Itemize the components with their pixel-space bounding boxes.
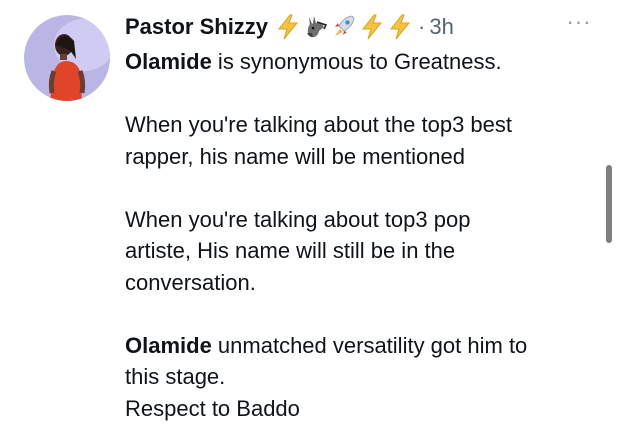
- tweet-header: Pastor Shizzy: [125, 10, 454, 44]
- lightning-icon: [276, 14, 300, 40]
- lightning-icon: [388, 14, 412, 40]
- header-separator: ·: [418, 14, 425, 40]
- text-line: Olamide is synonymous to Greatness.: [125, 46, 603, 78]
- avatar[interactable]: [24, 15, 110, 101]
- text-line: Respect to Baddo: [125, 393, 603, 424]
- text-line: When you're talking about top3 pop: [125, 204, 603, 236]
- lightning-icon: [360, 14, 384, 40]
- more-options-icon[interactable]: ···: [564, 14, 594, 34]
- avatar-image: [24, 15, 110, 101]
- text-line: Olamide unmatched versatility got him to: [125, 330, 603, 362]
- line-text: unmatched versatility got him to: [212, 333, 527, 358]
- donkey-icon: [304, 14, 328, 40]
- text-line: When you're talking about the top3 best: [125, 109, 603, 141]
- text-line: artiste, His name will still be in the: [125, 235, 603, 267]
- scrollbar-thumb[interactable]: [606, 165, 612, 243]
- paragraph: When you're talking about top3 pop artis…: [125, 204, 603, 299]
- paragraph: Olamide is synonymous to Greatness.: [125, 46, 603, 78]
- text-line: conversation.: [125, 267, 603, 299]
- paragraph: When you're talking about the top3 best …: [125, 109, 603, 172]
- name-emojis: [276, 14, 412, 40]
- text-line: rapper, his name will be mentioned: [125, 141, 603, 173]
- tweet-text: Olamide is synonymous to Greatness. When…: [125, 46, 603, 424]
- mention-bold: Olamide: [125, 333, 212, 358]
- timestamp[interactable]: 3h: [429, 14, 453, 40]
- tweet: Pastor Shizzy: [0, 0, 618, 420]
- display-name[interactable]: Pastor Shizzy: [125, 14, 268, 40]
- rocket-icon: [332, 14, 356, 40]
- paragraph: Olamide unmatched versatility got him to…: [125, 330, 603, 424]
- text-line: this stage.: [125, 361, 603, 393]
- mention-bold: Olamide: [125, 49, 212, 74]
- line-text: is synonymous to Greatness.: [212, 49, 502, 74]
